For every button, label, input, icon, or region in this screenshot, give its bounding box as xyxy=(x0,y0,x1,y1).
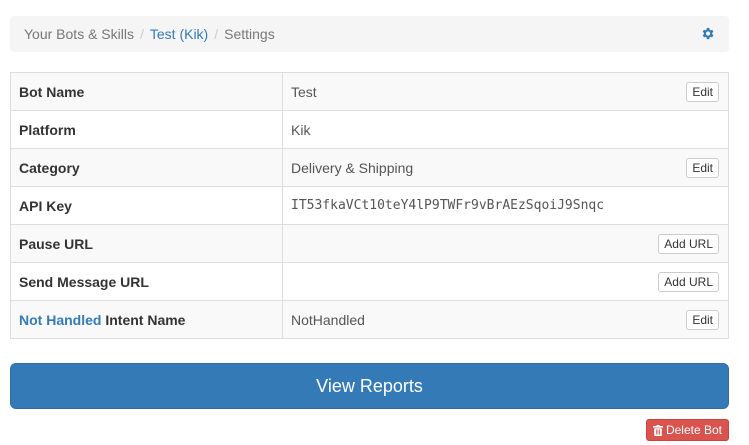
edit-not-handled-button[interactable]: Edit xyxy=(686,309,719,330)
api-key-value: IT53fkaVCt10teY4lP9TWFr9vBrAEzSqoiJ9Snqc xyxy=(282,186,729,225)
bot-settings-table: Bot Name Test Edit Platform Kik Category… xyxy=(10,72,729,339)
not-handled-value: NotHandled xyxy=(291,311,365,328)
edit-bot-name-button[interactable]: Edit xyxy=(686,81,719,102)
trash-icon xyxy=(652,424,663,436)
breadcrumb: Your Bots & Skills / Test (Kik) / Settin… xyxy=(10,16,729,52)
category-cell: Delivery & Shipping Edit xyxy=(282,148,729,187)
add-pause-url-button[interactable]: Add URL xyxy=(658,233,719,254)
table-row: Bot Name Test Edit xyxy=(10,72,729,111)
breadcrumb-separator: / xyxy=(214,26,219,42)
pause-url-cell: Add URL xyxy=(282,224,729,263)
intent-name-label: Intent Name xyxy=(105,311,186,328)
breadcrumb-bot-link[interactable]: Test (Kik) xyxy=(150,26,208,42)
send-message-url-cell: Add URL xyxy=(282,262,729,301)
category-label: Category xyxy=(10,148,283,187)
send-message-url-label: Send Message URL xyxy=(10,262,283,301)
breadcrumb-current: Settings xyxy=(224,26,275,42)
table-row: Platform Kik xyxy=(10,110,729,149)
not-handled-link[interactable]: Not Handled xyxy=(19,312,101,328)
delete-bot-button[interactable]: Delete Bot xyxy=(645,419,729,441)
bot-name-label: Bot Name xyxy=(10,72,283,111)
table-row: API Key IT53fkaVCt10teY4lP9TWFr9vBrAEzSq… xyxy=(10,186,729,225)
breadcrumb-your-bots[interactable]: Your Bots & Skills xyxy=(24,26,134,42)
table-row: Send Message URL Add URL xyxy=(10,262,729,301)
table-row: Pause URL Add URL xyxy=(10,224,729,263)
bot-name-cell: Test Edit xyxy=(282,72,729,111)
category-value: Delivery & Shipping xyxy=(291,159,414,176)
gear-icon[interactable] xyxy=(700,26,715,41)
table-row: Category Delivery & Shipping Edit xyxy=(10,148,729,187)
pause-url-label: Pause URL xyxy=(10,224,283,263)
view-reports-label: View Reports xyxy=(316,375,423,396)
platform-label: Platform xyxy=(10,110,283,149)
platform-value: Kik xyxy=(282,110,729,149)
view-reports-button[interactable]: View Reports xyxy=(10,363,729,409)
add-send-message-url-button[interactable]: Add URL xyxy=(658,271,719,292)
not-handled-cell: NotHandled Edit xyxy=(282,300,729,339)
table-row: Not Handled Intent Name NotHandled Edit xyxy=(10,300,729,339)
delete-bot-label: Delete Bot xyxy=(665,423,722,437)
edit-category-button[interactable]: Edit xyxy=(686,157,719,178)
bot-name-value: Test xyxy=(291,83,317,100)
api-key-label: API Key xyxy=(10,186,283,225)
breadcrumb-separator: / xyxy=(139,26,144,42)
not-handled-intent-label: Not Handled Intent Name xyxy=(10,300,283,339)
